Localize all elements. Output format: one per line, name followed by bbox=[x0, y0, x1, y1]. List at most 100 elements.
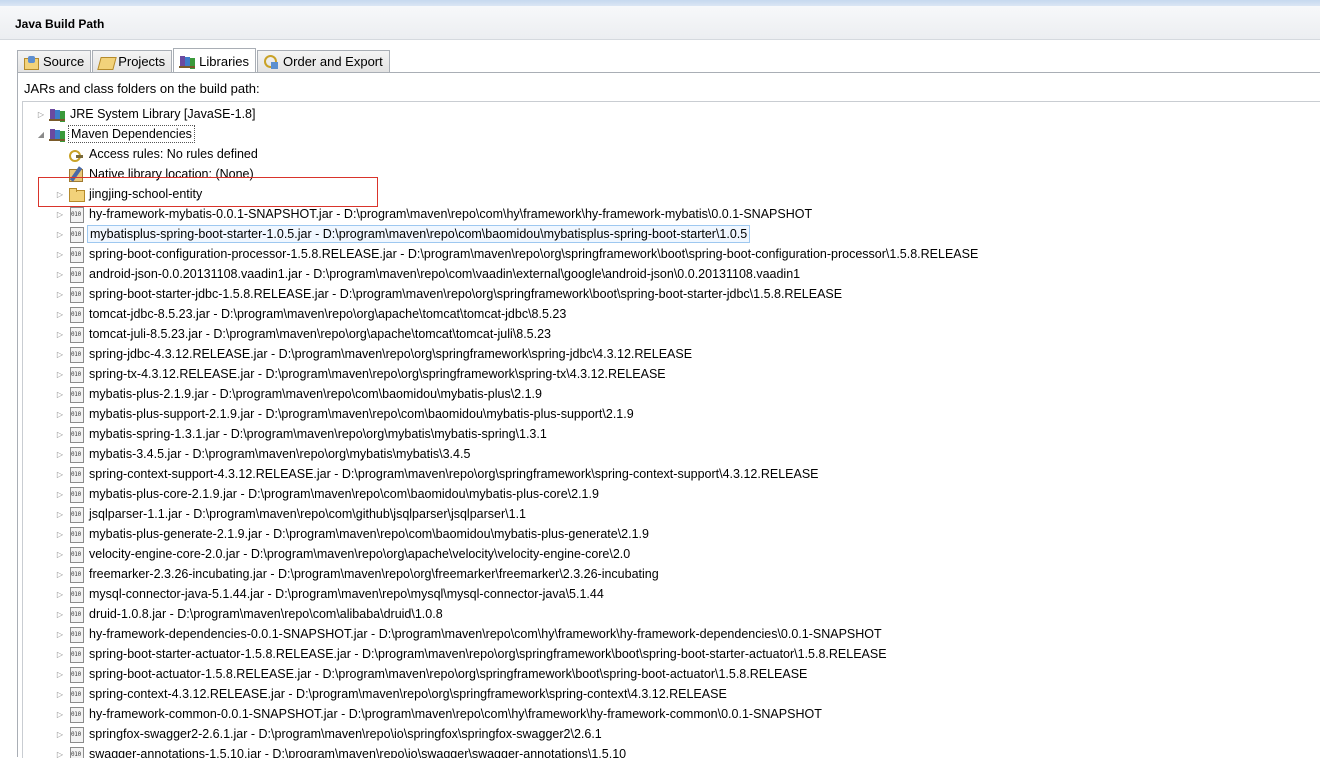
tree-item-jar[interactable]: ▷ spring-boot-configuration-processor-1.5… bbox=[54, 244, 980, 264]
expand-arrow-icon[interactable]: ▷ bbox=[54, 304, 66, 324]
tab-libraries[interactable]: Libraries bbox=[173, 48, 257, 73]
tree-item-jar[interactable]: ▷ jsqlparser-1.1.jar - D:\program\maven\r… bbox=[54, 504, 528, 524]
expand-arrow-icon[interactable]: ▷ bbox=[54, 444, 66, 464]
tree-item-jar[interactable]: ▷ spring-tx-4.3.12.RELEASE.jar - D:\progr… bbox=[54, 364, 668, 384]
tree-item-label: spring-context-support-4.3.12.RELEASE.ja… bbox=[89, 467, 819, 481]
tree-item-jar[interactable]: ▷ mybatis-plus-core-2.1.9.jar - D:\progra… bbox=[54, 484, 601, 504]
tree-item-jar[interactable]: ▷ spring-context-support-4.3.12.RELEASE.j… bbox=[54, 464, 821, 484]
jar-icon bbox=[68, 706, 84, 723]
access-rules-icon bbox=[68, 146, 84, 162]
order-export-icon bbox=[263, 54, 279, 70]
tab-order-and-export[interactable]: Order and Export bbox=[257, 50, 390, 72]
dialog-header: Java Build Path bbox=[0, 6, 1320, 40]
tree-item-label: spring-context-4.3.12.RELEASE.jar - D:\p… bbox=[89, 687, 727, 701]
jar-icon bbox=[68, 226, 84, 243]
tree-item-jar[interactable]: ▷ freemarker-2.3.26-incubating.jar - D:\p… bbox=[54, 564, 661, 584]
tree-item-jar[interactable]: ▷ springfox-swagger2-2.6.1.jar - D:\progr… bbox=[54, 724, 604, 744]
expand-arrow-icon[interactable]: ▷ bbox=[54, 224, 66, 244]
tree-item-jar[interactable]: ▷ hy-framework-mybatis-0.0.1-SNAPSHOT.jar… bbox=[54, 204, 814, 224]
tree-item[interactable]: ◢ Maven Dependencies bbox=[35, 124, 195, 144]
tree-item[interactable]: ▷ JRE System Library [JavaSE-1.8] bbox=[35, 104, 257, 124]
tree-item-jar[interactable]: ▷ tomcat-juli-8.5.23.jar - D:\program\mav… bbox=[54, 324, 553, 344]
tree-item-jar[interactable]: ▷ spring-jdbc-4.3.12.RELEASE.jar - D:\pro… bbox=[54, 344, 694, 364]
tab-source[interactable]: Source bbox=[17, 50, 92, 72]
tree-item-jar[interactable]: ▷ mybatis-plus-generate-2.1.9.jar - D:\pr… bbox=[54, 524, 651, 544]
tree-item-label: tomcat-jdbc-8.5.23.jar - D:\program\mave… bbox=[89, 307, 567, 321]
jar-icon bbox=[68, 626, 84, 643]
tree-item[interactable]: Access rules: No rules defined bbox=[54, 144, 260, 164]
libraries-panel: JARs and class folders on the build path… bbox=[17, 72, 1320, 758]
tree-item-jar[interactable]: ▷ tomcat-jdbc-8.5.23.jar - D:\program\mav… bbox=[54, 304, 568, 324]
tree-item-label: spring-boot-configuration-processor-1.5.… bbox=[89, 247, 979, 261]
tree-item-label: hy-framework-common-0.0.1-SNAPSHOT.jar -… bbox=[89, 707, 822, 721]
jar-icon bbox=[68, 646, 84, 663]
jar-icon bbox=[68, 546, 84, 563]
expand-arrow-icon[interactable]: ▷ bbox=[54, 624, 66, 644]
expand-arrow-icon[interactable]: ▷ bbox=[54, 544, 66, 564]
jar-icon bbox=[68, 426, 84, 443]
jar-icon bbox=[68, 366, 84, 383]
expand-arrow-icon[interactable]: ▷ bbox=[54, 524, 66, 544]
tree-item-jar[interactable]: ▷ spring-boot-starter-jdbc-1.5.8.RELEASE.… bbox=[54, 284, 844, 304]
expand-arrow-icon[interactable]: ▷ bbox=[54, 284, 66, 304]
tree-item-jar[interactable]: ▷ hy-framework-dependencies-0.0.1-SNAPSHO… bbox=[54, 624, 884, 644]
jar-icon bbox=[68, 346, 84, 363]
expand-arrow-icon[interactable]: ▷ bbox=[54, 424, 66, 444]
expand-arrow-icon[interactable]: ▷ bbox=[54, 344, 66, 364]
jar-icon bbox=[68, 486, 84, 503]
tree-item-jar[interactable]: ▷ druid-1.0.8.jar - D:\program\maven\repo… bbox=[54, 604, 445, 624]
expand-arrow-icon[interactable]: ▷ bbox=[54, 584, 66, 604]
expand-arrow-icon[interactable]: ▷ bbox=[54, 264, 66, 284]
expand-arrow-icon[interactable]: ▷ bbox=[54, 244, 66, 264]
tree-item-jar[interactable]: ▷ velocity-engine-core-2.0.jar - D:\progr… bbox=[54, 544, 632, 564]
tree-item-jar[interactable]: ▷ swagger-annotations-1.5.10.jar - D:\pro… bbox=[54, 744, 628, 758]
build-path-label: JARs and class folders on the build path… bbox=[24, 81, 260, 96]
jar-icon bbox=[68, 666, 84, 683]
collapse-arrow-icon[interactable]: ◢ bbox=[35, 124, 47, 144]
tree-item-jar[interactable]: ▷ mybatis-spring-1.3.1.jar - D:\program\m… bbox=[54, 424, 549, 444]
expand-arrow-icon[interactable]: ▷ bbox=[54, 644, 66, 664]
tree-item-jar[interactable]: ▷ spring-context-4.3.12.RELEASE.jar - D:\… bbox=[54, 684, 729, 704]
tab-label: Source bbox=[43, 54, 85, 69]
jar-icon bbox=[68, 566, 84, 583]
tree-item-label: mybatis-spring-1.3.1.jar - D:\program\ma… bbox=[89, 427, 547, 441]
tree-item-jar[interactable]: ▷ spring-boot-starter-actuator-1.5.8.RELE… bbox=[54, 644, 889, 664]
tree-item-label: JRE System Library [JavaSE-1.8] bbox=[70, 107, 256, 121]
library-icon bbox=[49, 106, 65, 122]
expand-arrow-icon[interactable]: ▷ bbox=[54, 384, 66, 404]
tree-item-jar[interactable]: ▷ mysql-connector-java-5.1.44.jar - D:\pr… bbox=[54, 584, 606, 604]
tree-item-jar[interactable]: ▷ mybatisplus-spring-boot-starter-1.0.5.j… bbox=[54, 224, 751, 244]
tree-item-jar[interactable]: ▷ mybatis-3.4.5.jar - D:\program\maven\re… bbox=[54, 444, 472, 464]
library-icon bbox=[49, 126, 65, 142]
expand-arrow-icon[interactable]: ▷ bbox=[54, 504, 66, 524]
tree-item-jar[interactable]: ▷ mybatis-plus-2.1.9.jar - D:\program\mav… bbox=[54, 384, 544, 404]
page-title: Java Build Path bbox=[15, 17, 105, 31]
expand-arrow-icon[interactable]: ▷ bbox=[54, 324, 66, 344]
expand-arrow-icon[interactable]: ▷ bbox=[54, 404, 66, 424]
expand-arrow-icon[interactable]: ▷ bbox=[54, 364, 66, 384]
expand-arrow-icon[interactable]: ▷ bbox=[54, 604, 66, 624]
tree-item-label: druid-1.0.8.jar - D:\program\maven\repo\… bbox=[89, 607, 443, 621]
tree-item-jar[interactable]: ▷ hy-framework-common-0.0.1-SNAPSHOT.jar … bbox=[54, 704, 824, 724]
source-folder-icon bbox=[23, 54, 39, 70]
libraries-icon bbox=[179, 53, 196, 69]
expand-arrow-icon[interactable]: ▷ bbox=[54, 564, 66, 584]
tree-item-label: springfox-swagger2-2.6.1.jar - D:\progra… bbox=[89, 727, 602, 741]
expand-arrow-icon[interactable]: ▷ bbox=[54, 204, 66, 224]
expand-arrow-icon[interactable]: ▷ bbox=[54, 724, 66, 744]
expand-arrow-icon[interactable]: ▷ bbox=[54, 704, 66, 724]
expand-arrow-icon[interactable]: ▷ bbox=[54, 744, 66, 758]
expand-arrow-icon[interactable]: ▷ bbox=[54, 484, 66, 504]
expand-arrow-icon[interactable]: ▷ bbox=[54, 464, 66, 484]
tab-projects[interactable]: Projects bbox=[92, 50, 173, 72]
expand-arrow-icon[interactable]: ▷ bbox=[35, 104, 47, 124]
tree-item-jar[interactable]: ▷ android-json-0.0.20131108.vaadin1.jar -… bbox=[54, 264, 802, 284]
jar-icon bbox=[68, 586, 84, 603]
expand-arrow-icon[interactable]: ▷ bbox=[54, 664, 66, 684]
expand-arrow-icon[interactable]: ▷ bbox=[54, 684, 66, 704]
tree-item-jar[interactable]: ▷ spring-boot-actuator-1.5.8.RELEASE.jar … bbox=[54, 664, 809, 684]
tree-item-label: freemarker-2.3.26-incubating.jar - D:\pr… bbox=[89, 567, 659, 581]
tree-item-label: android-json-0.0.20131108.vaadin1.jar - … bbox=[89, 267, 801, 281]
tree-item-jar[interactable]: ▷ mybatis-plus-support-2.1.9.jar - D:\pro… bbox=[54, 404, 636, 424]
